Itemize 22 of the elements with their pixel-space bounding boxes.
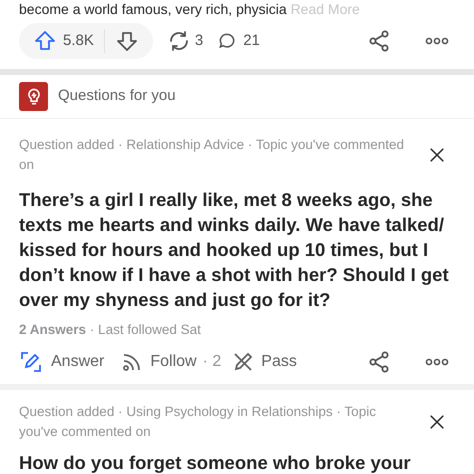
answer-button[interactable]: Answer	[19, 350, 104, 374]
lightbulb-icon	[19, 82, 48, 111]
post-snippet: become a world famous, very rich, physicia	[19, 1, 288, 17]
question-title[interactable]: There’s a girl I really like, met 8 weeks ago, she texts me hearts and winks daily. We have talked/ kissed for hours and hooked up 10 times, but I don’t know if I have a shot with her? Should I get over my shyness and just go for it?	[19, 187, 455, 312]
pencil-icon	[19, 350, 43, 374]
comment-icon	[217, 31, 238, 51]
comment-count-button[interactable]: 21	[217, 30, 260, 52]
follow-button[interactable]: Follow · 2	[120, 350, 222, 374]
upvote-arrow-icon	[33, 29, 57, 53]
more-icon[interactable]	[425, 358, 449, 366]
pass-button[interactable]: Pass	[231, 350, 297, 374]
upvote-button[interactable]: 5.8K	[33, 29, 105, 53]
share-count-button[interactable]: 3	[166, 29, 204, 53]
share-icon[interactable]	[367, 350, 391, 374]
question-title[interactable]: How do you forget someone who broke your	[19, 450, 455, 474]
downvote-arrow-icon[interactable]	[114, 29, 139, 53]
section-title: Questions for you	[58, 86, 176, 106]
share-icon[interactable]	[367, 29, 391, 53]
more-icon[interactable]	[425, 37, 449, 45]
question-meta: Question added · Using Psychology in Relationships · Topic you've commented on	[19, 403, 377, 441]
last-followed: · Last followed Sat	[90, 322, 201, 337]
question-meta: Question added · Relationship Advice · Topic you've commented on	[19, 136, 406, 174]
